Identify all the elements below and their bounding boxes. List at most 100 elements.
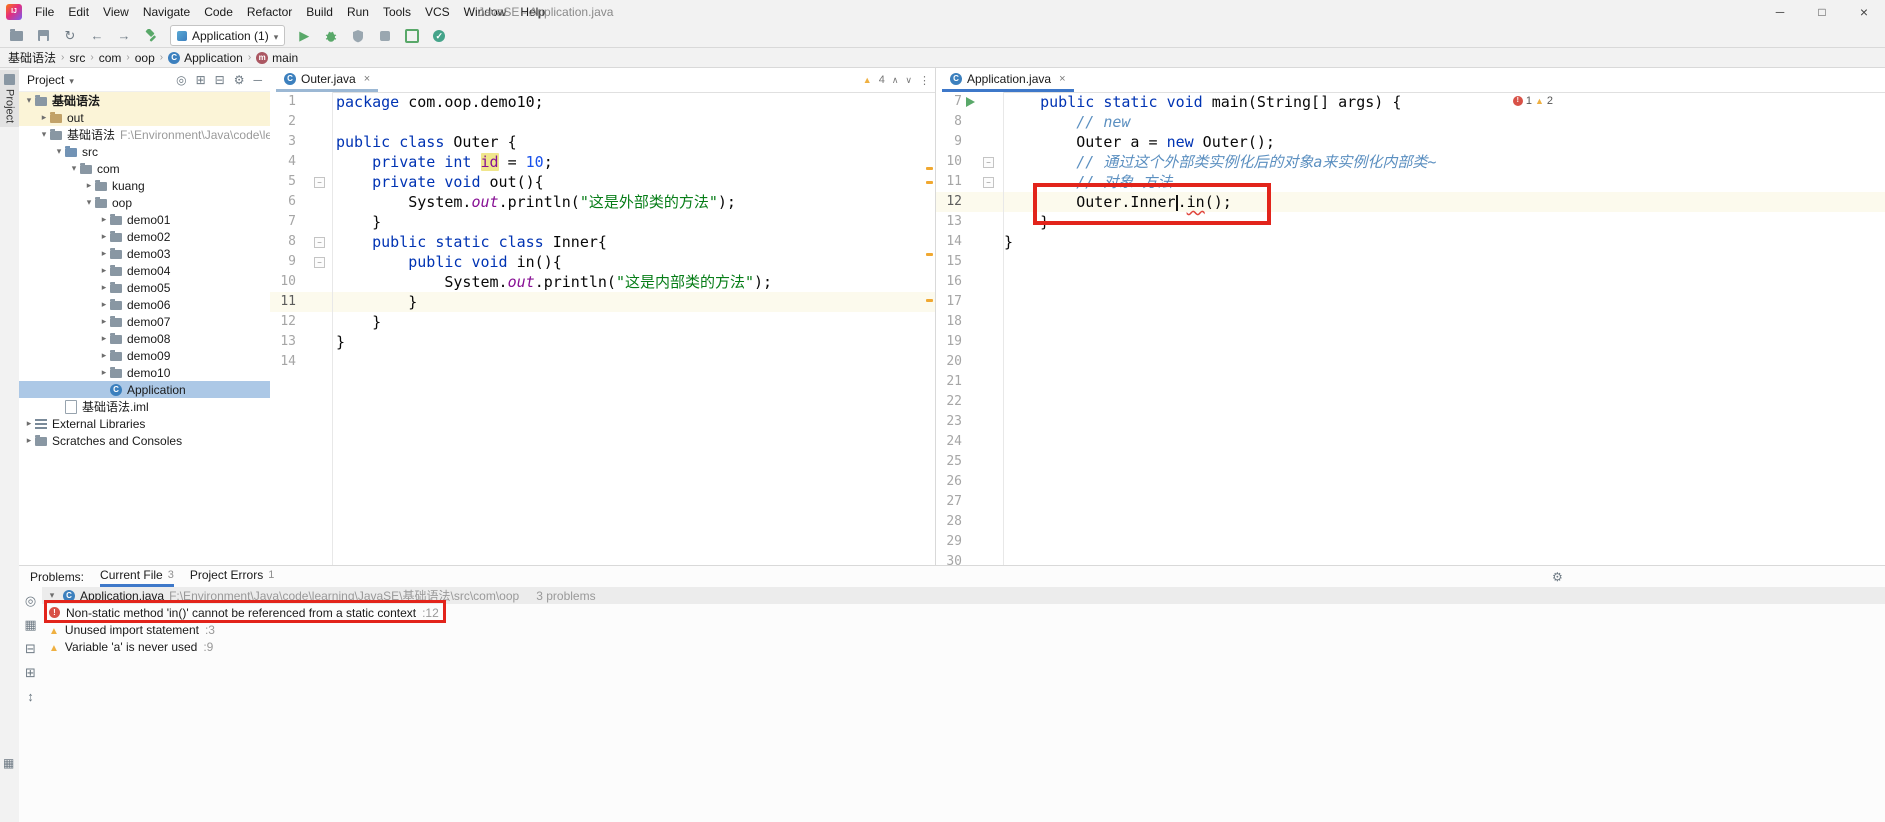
breadcrumb-item[interactable]: src [69,51,85,65]
warning-stripe-mark[interactable] [926,253,933,256]
code-line[interactable] [333,352,935,372]
profiler-icon[interactable] [404,28,420,44]
chevron-icon[interactable]: ▸ [98,316,110,327]
code-line[interactable] [1004,452,1885,472]
code-line[interactable]: } [1004,212,1885,232]
menu-view[interactable]: View [96,0,136,24]
gutter-line[interactable]: 30 [936,552,1003,565]
problems-file-row[interactable]: ▾ Application.java F:\Environment\Java\c… [42,587,1885,604]
expand-all-icon[interactable] [25,665,36,681]
gutter-line[interactable]: 18 [936,312,1003,332]
fold-icon[interactable] [314,237,325,248]
tree-item[interactable]: ▸ Scratches and Consoles [19,432,270,449]
chevron-icon[interactable]: ▸ [98,367,110,378]
code-line[interactable] [1004,272,1885,292]
tree-item[interactable]: ▸ External Libraries [19,415,270,432]
breadcrumb-item[interactable]: main [256,51,298,65]
forward-icon[interactable] [116,28,132,44]
warning-stripe-mark[interactable] [926,167,933,170]
chevron-icon[interactable]: ▸ [98,231,110,242]
gutter-line[interactable]: 7 [936,92,1003,112]
expand-all-icon[interactable] [196,73,206,87]
gutter-line[interactable]: 3 [270,132,332,152]
menu-file[interactable]: File [28,0,61,24]
code-line[interactable]: System.out.println("这是外部类的方法"); [333,192,935,212]
prev-problem-icon[interactable] [892,74,899,86]
chevron-icon[interactable]: ▸ [98,282,110,293]
close-icon[interactable] [1843,0,1885,24]
chevron-icon[interactable]: ▾ [23,95,35,106]
tree-item[interactable]: Application [19,381,270,398]
group-icon[interactable] [24,617,36,633]
tree-item[interactable]: ▸ demo05 [19,279,270,296]
tree-item[interactable]: ▸ demo06 [19,296,270,313]
gutter-line[interactable]: 10 [936,152,1003,172]
menu-edit[interactable]: Edit [61,0,96,24]
code-line[interactable]: // new [1004,112,1885,132]
chevron-icon[interactable]: ▾ [68,163,80,174]
code-line[interactable]: private int id = 10; [333,152,935,172]
gutter-line[interactable]: 14 [270,352,332,372]
collapse-all-icon[interactable] [25,641,36,657]
gutter-line[interactable]: 12 [936,192,1003,212]
stop-icon[interactable] [377,28,393,44]
gutter-line[interactable]: 29 [936,532,1003,552]
coverage-shield-icon[interactable] [350,28,366,44]
close-tab-icon[interactable] [1059,73,1065,85]
collapse-all-icon[interactable] [215,73,225,87]
code-line[interactable] [1004,432,1885,452]
tree-item[interactable]: ▾ oop [19,194,270,211]
gutter-line[interactable]: 9 [270,252,332,272]
next-problem-icon[interactable] [905,74,912,86]
gear-icon[interactable] [234,73,245,87]
fold-icon[interactable] [983,157,994,168]
code-line[interactable]: Outer.Inner .in(); [1004,192,1885,212]
chevron-icon[interactable]: ▸ [98,214,110,225]
chevron-icon[interactable]: ▸ [98,265,110,276]
tab-outer-java[interactable]: Outer.java [276,68,379,92]
gutter-line[interactable]: 27 [936,492,1003,512]
breadcrumb-item[interactable]: 基础语法 [8,49,56,66]
code-line[interactable]: } [333,332,935,352]
run-config-selector[interactable]: Application (1) [170,25,286,46]
code-line[interactable]: public static class Inner{ [333,232,935,252]
back-icon[interactable] [89,28,105,44]
code-line[interactable] [1004,312,1885,332]
menu-navigate[interactable]: Navigate [136,0,197,24]
gutter-line[interactable]: 11 [270,292,332,312]
gutter-line[interactable]: 19 [936,332,1003,352]
chevron-icon[interactable]: ▸ [98,333,110,344]
code-line[interactable]: } [333,312,935,332]
chevron-icon[interactable]: ▾ [53,146,65,157]
code-line[interactable] [1004,352,1885,372]
gutter-line[interactable]: 8 [270,232,332,252]
code-line[interactable] [1004,472,1885,492]
gear-icon[interactable] [1552,570,1563,584]
tree-item[interactable]: ▸ demo03 [19,245,270,262]
problem-item[interactable]: Non-static method 'in()' cannot be refer… [42,604,1885,621]
code-line[interactable]: } [333,212,935,232]
code-line[interactable] [1004,392,1885,412]
run-line-icon[interactable] [966,97,975,107]
tree-item[interactable]: ▾ com [19,160,270,177]
chevron-icon[interactable]: ▸ [98,299,110,310]
menu-tools[interactable]: Tools [376,0,418,24]
gutter-line[interactable]: 28 [936,512,1003,532]
tree-item[interactable]: ▸ demo01 [19,211,270,228]
chevron-icon[interactable]: ▸ [23,418,35,429]
gutter-line[interactable]: 14 [936,232,1003,252]
tree-item[interactable]: ▸ demo07 [19,313,270,330]
code-line[interactable]: System.out.println("这是内部类的方法"); [333,272,935,292]
chevron-down-icon[interactable] [69,73,74,87]
minimize-icon[interactable] [1759,0,1801,24]
code-editor-outer[interactable]: package com.oop.demo10; public class Oute… [333,92,935,565]
close-tab-icon[interactable] [364,73,370,85]
code-line[interactable]: } [1004,232,1885,252]
gutter-line[interactable]: 9 [936,132,1003,152]
chevron-icon[interactable]: ▸ [98,248,110,259]
code-line[interactable]: public void in(){ [333,252,935,272]
problem-item[interactable]: Unused import statement:3 [42,621,1885,638]
gutter-line[interactable]: 13 [270,332,332,352]
gutter-left[interactable]: 1234567891011121314 [270,92,333,565]
menu-vcs[interactable]: VCS [418,0,457,24]
